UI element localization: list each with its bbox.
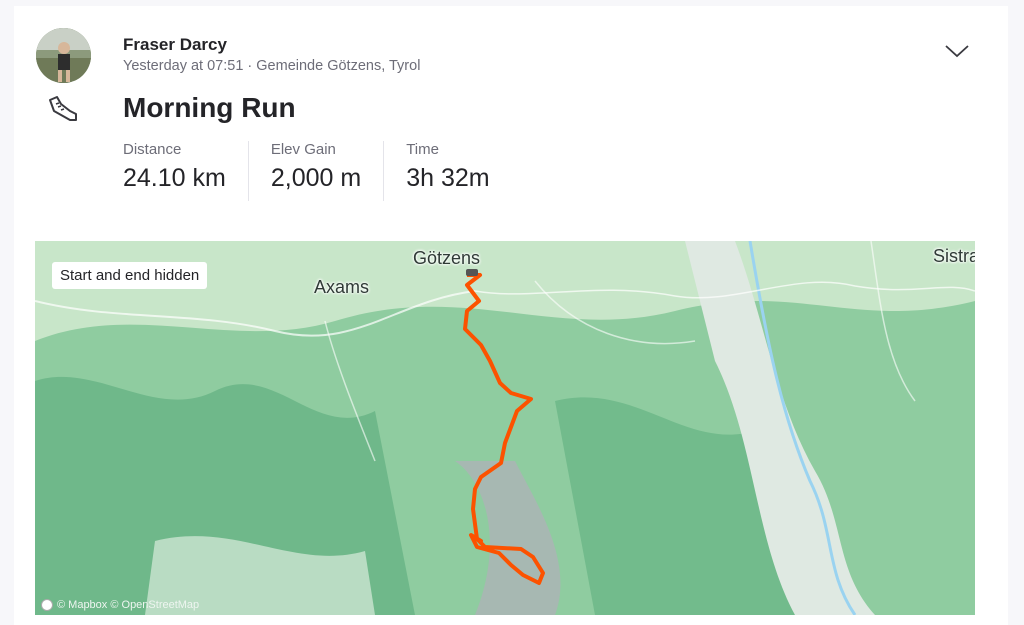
stat-value: 24.10 km [123, 164, 226, 192]
stat-value: 3h 32m [406, 164, 490, 192]
activity-card: Fraser Darcy Yesterday at 07:51 · Gemein… [14, 6, 1008, 625]
place-label-sistrans: Sistra [933, 246, 975, 266]
mapbox-logo-icon [41, 599, 53, 611]
stat-label: Time [406, 141, 439, 158]
avatar[interactable] [36, 28, 91, 83]
stat-elev-gain: Elev Gain 2,000 m [270, 141, 385, 201]
attribution-text: © Mapbox © OpenStreetMap [57, 599, 200, 611]
activity-meta: Yesterday at 07:51 · Gemeinde Götzens, T… [123, 58, 421, 74]
stats-row: Distance 24.10 km Elev Gain 2,000 m Time… [123, 141, 534, 201]
avatar-photo [36, 28, 91, 83]
activity-title[interactable]: Morning Run [123, 92, 296, 124]
chevron-down-icon[interactable] [944, 42, 970, 60]
place-label-gotzens: Götzens [413, 248, 481, 268]
athlete-name[interactable]: Fraser Darcy [123, 35, 227, 55]
stat-label: Elev Gain [270, 141, 336, 158]
stat-time: Time 3h 32m [406, 141, 511, 201]
start-end-hidden-badge: Start and end hidden [52, 262, 208, 289]
shoe-icon [49, 96, 77, 121]
stat-value: 2,000 m [270, 164, 362, 192]
place-label-axams: Axams [314, 277, 370, 297]
stat-label: Distance [123, 141, 182, 158]
stat-distance: Distance 24.10 km [123, 141, 249, 201]
route-line [463, 269, 545, 585]
map-attribution[interactable]: © Mapbox © OpenStreetMap [41, 599, 199, 611]
route-map[interactable]: Start and end hidden Götzens Axams Sistr… [35, 241, 975, 615]
